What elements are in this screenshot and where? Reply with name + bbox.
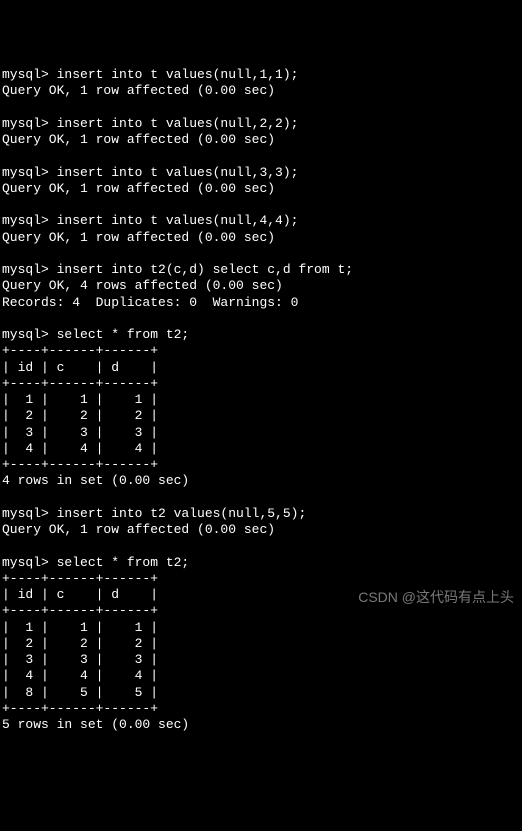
watermark-text: CSDN @这代码有点上头 <box>358 589 514 607</box>
terminal-output: mysql> insert into t values(null,1,1); Q… <box>2 67 520 733</box>
